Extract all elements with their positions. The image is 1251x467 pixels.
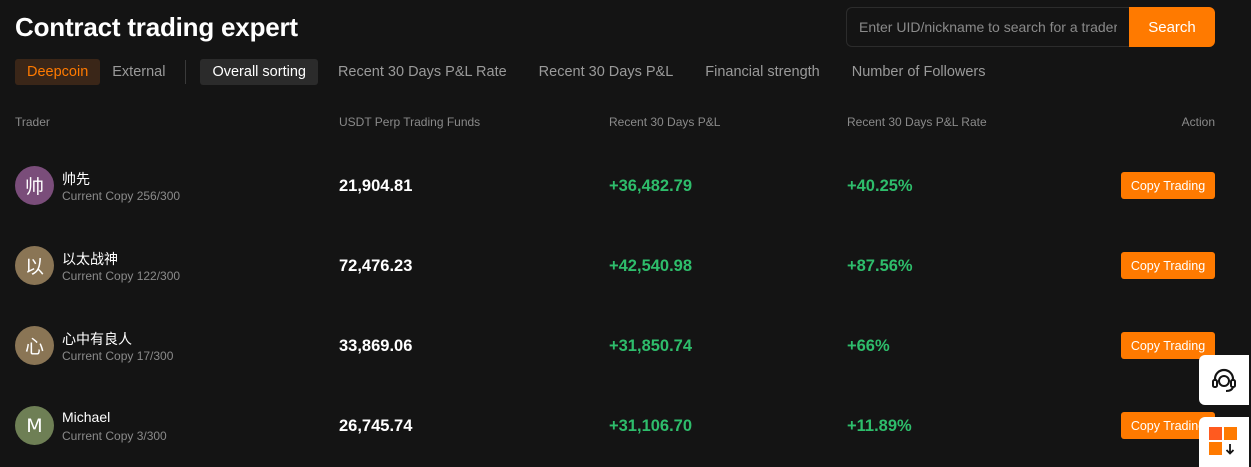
avatar[interactable]: 心 xyxy=(15,326,54,365)
trader-search: Search xyxy=(846,7,1215,47)
trading-funds: 72,476.23 xyxy=(339,257,413,275)
headset-icon xyxy=(1212,368,1236,392)
header-rate: Recent 30 Days P&L Rate xyxy=(847,115,987,129)
header-action: Action xyxy=(1181,115,1215,129)
search-input[interactable] xyxy=(846,7,1129,47)
tab-overall-sorting[interactable]: Overall sorting xyxy=(200,59,318,85)
trader-name[interactable]: Michael xyxy=(62,409,110,425)
avatar[interactable]: 帅 xyxy=(15,166,54,205)
app-download-button[interactable] xyxy=(1199,417,1249,467)
trader-name[interactable]: 以太战神 xyxy=(62,249,118,269)
pnl-rate-30d: +66% xyxy=(847,337,890,355)
trading-funds: 26,745.74 xyxy=(339,417,413,435)
tab-financial-strength[interactable]: Financial strength xyxy=(693,59,831,85)
trading-funds: 33,869.06 xyxy=(339,337,413,355)
pnl-30d: +42,540.98 xyxy=(609,257,693,275)
tab-external[interactable]: External xyxy=(100,59,177,85)
tab-pnl-30d[interactable]: Recent 30 Days P&L xyxy=(527,59,686,85)
tab-divider xyxy=(185,60,187,84)
current-copy: Current Copy 256/300 xyxy=(62,189,181,203)
copy-trading-button[interactable]: Copy Trading xyxy=(1121,252,1215,279)
current-copy: Current Copy 122/300 xyxy=(62,269,181,283)
copy-trading-button[interactable]: Copy Trading xyxy=(1121,172,1215,199)
table-row: 心 心中有良人 Current Copy 17/300 33,869.06 +3… xyxy=(0,320,1251,400)
tab-number-of-followers[interactable]: Number of Followers xyxy=(840,59,998,85)
avatar[interactable]: M xyxy=(15,406,54,445)
app-download-icon xyxy=(1209,427,1237,455)
tab-deepcoin[interactable]: Deepcoin xyxy=(15,59,101,85)
trader-name[interactable]: 心中有良人 xyxy=(62,329,132,349)
tab-pnl-rate-30d[interactable]: Recent 30 Days P&L Rate xyxy=(326,59,519,85)
pnl-30d: +36,482.79 xyxy=(609,177,693,195)
trading-funds: 21,904.81 xyxy=(339,177,413,195)
avatar[interactable]: 以 xyxy=(15,246,54,285)
table-row: 以 以太战神 Current Copy 122/300 72,476.23 +4… xyxy=(0,240,1251,320)
trader-name[interactable]: 帅先 xyxy=(62,169,90,189)
pnl-rate-30d: +87.56% xyxy=(847,257,913,275)
table-row: M Michael Current Copy 3/300 26,745.74 +… xyxy=(0,400,1251,467)
table-header: Trader USDT Perp Trading Funds Recent 30… xyxy=(0,115,1251,131)
customer-support-button[interactable] xyxy=(1199,355,1249,405)
current-copy: Current Copy 3/300 xyxy=(62,429,167,443)
header-pnl: Recent 30 Days P&L xyxy=(609,115,721,129)
pnl-30d: +31,106.70 xyxy=(609,417,693,435)
table-row: 帅 帅先 Current Copy 256/300 21,904.81 +36,… xyxy=(0,160,1251,240)
filter-tabs: Deepcoin External Overall sorting Recent… xyxy=(15,59,1006,85)
pnl-rate-30d: +11.89% xyxy=(847,417,912,435)
pnl-rate-30d: +40.25% xyxy=(847,177,913,195)
header-trader: Trader xyxy=(15,115,50,129)
pnl-30d: +31,850.74 xyxy=(609,337,693,355)
header-funds: USDT Perp Trading Funds xyxy=(339,115,481,129)
current-copy: Current Copy 17/300 xyxy=(62,349,174,363)
page-title: Contract trading expert xyxy=(15,12,298,42)
search-button[interactable]: Search xyxy=(1129,7,1215,47)
